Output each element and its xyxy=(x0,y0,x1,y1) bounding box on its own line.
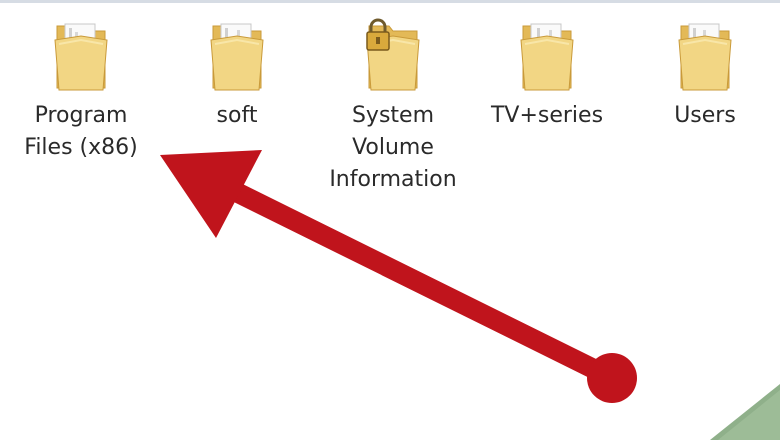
folder-item-users[interactable]: Users xyxy=(630,18,780,132)
folder-icon xyxy=(363,18,423,96)
folder-label: Program Files (x86) xyxy=(24,103,138,160)
folder-icon xyxy=(517,18,577,96)
folder-label: Users xyxy=(674,103,736,128)
corner-watermark-badge xyxy=(710,384,780,440)
folder-label: TV+series xyxy=(490,103,604,128)
folder-item-system-volume-information[interactable]: System Volume Information xyxy=(318,18,468,196)
folder-icon xyxy=(51,18,111,96)
folder-label: System Volume Information xyxy=(329,103,457,192)
lock-icon xyxy=(366,18,390,51)
folder-view: Program Files (x86) soft System Volume I… xyxy=(0,0,780,440)
explorer-canvas: Program Files (x86) soft System Volume I… xyxy=(0,0,780,440)
folder-icon xyxy=(675,18,735,96)
folder-item-program-files-x86[interactable]: Program Files (x86) xyxy=(6,18,156,164)
folder-label: soft xyxy=(216,103,258,128)
folder-icon xyxy=(207,18,267,96)
folder-item-soft[interactable]: soft xyxy=(162,18,312,132)
folder-item-tv-series[interactable]: TV+series xyxy=(472,18,622,132)
